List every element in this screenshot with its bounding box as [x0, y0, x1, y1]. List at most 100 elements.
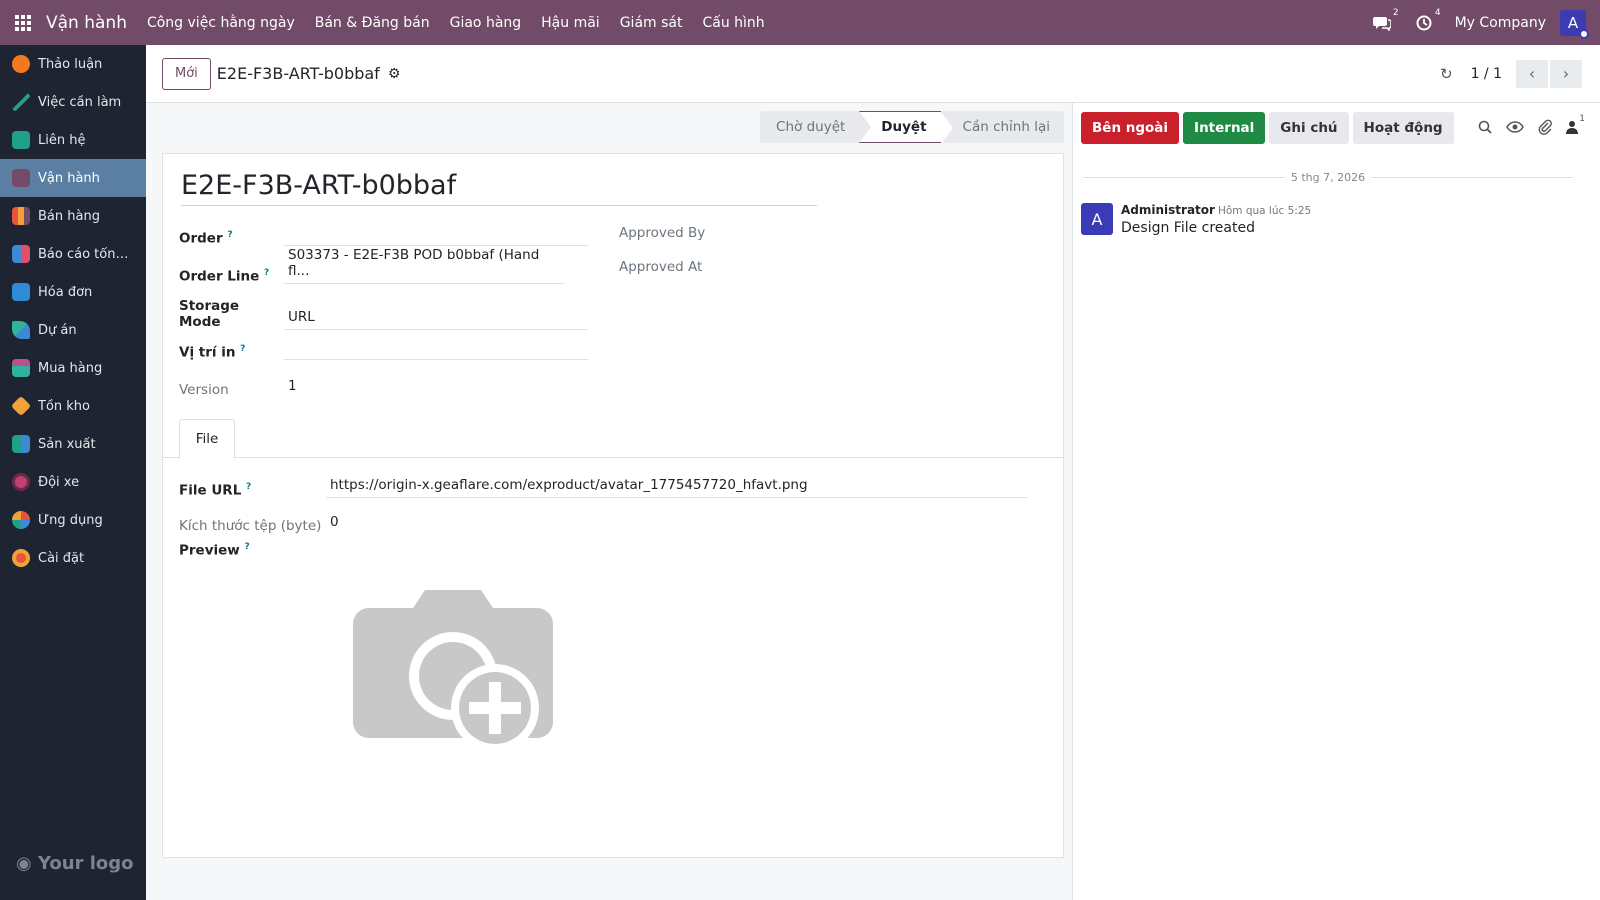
- order-line-field[interactable]: S03373 - E2E-F3B POD b0bbaf (Hand fl...: [284, 247, 564, 284]
- file-url-field[interactable]: https://origin-x.geaflare.com/exproduct/…: [326, 474, 1028, 498]
- followers-icon[interactable]: 1: [1566, 114, 1585, 138]
- todo-icon: [12, 93, 30, 111]
- menu-sales-listing[interactable]: Bán & Đăng bán: [315, 15, 430, 31]
- storage-mode-select[interactable]: URL: [284, 306, 588, 330]
- sidebar-item-manufacturing[interactable]: Sản xuất: [0, 425, 146, 463]
- app-brand[interactable]: Vận hành: [46, 13, 127, 33]
- user-avatar[interactable]: A: [1560, 9, 1589, 39]
- log-note-button[interactable]: Ghi chú: [1269, 112, 1349, 144]
- status-bar: Chờ duyệt Duyệt Cần chỉnh lại: [760, 111, 1064, 144]
- sidebar-item-invoicing[interactable]: Hóa đơn: [0, 273, 146, 311]
- sidebar-item-project[interactable]: Dự án: [0, 311, 146, 349]
- file-size-row: Kích thước tệp (byte) 0: [179, 510, 343, 534]
- inventory-icon: [10, 395, 32, 417]
- activities-button[interactable]: Hoạt động: [1352, 112, 1454, 144]
- storage-mode-label: Storage Mode: [179, 298, 240, 330]
- pager-value[interactable]: 1 / 1: [1471, 66, 1502, 82]
- sidebar-item-contacts[interactable]: Liên hệ: [0, 121, 146, 159]
- date-separator: 5 thg 7, 2026: [1083, 171, 1573, 184]
- activities-badge: 4: [1434, 7, 1441, 18]
- record-name-field[interactable]: E2E-F3B-ART-b0bbaf: [181, 170, 817, 206]
- print-position-field[interactable]: [284, 336, 588, 360]
- sidebar-item-label: Sản xuất: [38, 436, 96, 452]
- sidebar-item-label: Tồn kho: [38, 398, 90, 414]
- sidebar-item-label: Ứng dụng: [38, 512, 103, 528]
- stage-label: Cần chỉnh lại: [962, 119, 1050, 135]
- project-icon: [12, 321, 30, 339]
- sidebar-item-label: Dự án: [38, 322, 77, 338]
- date-separator-label: 5 thg 7, 2026: [1290, 171, 1366, 184]
- stage-arrow: [859, 111, 872, 143]
- message-time: Hôm qua lúc 5:25: [1217, 205, 1312, 217]
- reports-icon: [12, 245, 30, 263]
- company-switcher[interactable]: My Company: [1455, 15, 1546, 31]
- followers-count: 1: [1579, 114, 1585, 124]
- sidebar-item-label: Thảo luận: [38, 56, 103, 72]
- help-icon: ?: [244, 542, 250, 552]
- sidebar-item-operations[interactable]: Vận hành: [0, 159, 146, 197]
- stage-label: Duyệt: [881, 119, 927, 135]
- sidebar-item-label: Mua hàng: [38, 360, 103, 376]
- print-position-label: Vị trí in ?: [179, 343, 246, 361]
- sidebar-item-inventory[interactable]: Tồn kho: [0, 387, 146, 425]
- refresh-icon[interactable]: ↻: [1440, 65, 1453, 83]
- approved-by-label: Approved By: [619, 225, 706, 241]
- menu-delivery[interactable]: Giao hàng: [450, 15, 522, 31]
- paperclip-icon[interactable]: [1538, 119, 1552, 139]
- sidebar-item-sales[interactable]: Bán hàng: [0, 197, 146, 235]
- menu-configuration[interactable]: Cấu hình: [702, 15, 764, 31]
- sidebar-item-label: Báo cáo tổng ...: [38, 246, 134, 262]
- camera-add-icon[interactable]: [353, 590, 553, 765]
- avatar[interactable]: A: [1081, 203, 1113, 235]
- messages-icon[interactable]: 2: [1371, 8, 1399, 31]
- sidebar-item-discuss[interactable]: Thảo luận: [0, 45, 146, 83]
- file-size-label: Kích thước tệp (byte): [179, 518, 322, 534]
- apps-icon: [12, 511, 30, 529]
- order-line-label: Order Line ?: [179, 267, 270, 285]
- send-message-external-button[interactable]: Bên ngoài: [1081, 112, 1180, 144]
- pager-previous-button[interactable]: ‹: [1516, 59, 1548, 88]
- purchase-icon: [12, 359, 30, 377]
- activities-clock-icon[interactable]: 4: [1413, 8, 1441, 31]
- stage-needs-revision[interactable]: Cần chỉnh lại: [940, 111, 1064, 143]
- pager-next-button[interactable]: ›: [1550, 59, 1582, 88]
- version-label: Version: [179, 382, 229, 398]
- internal-button[interactable]: Internal: [1183, 112, 1266, 144]
- user-status-dot: [1579, 28, 1589, 39]
- sidebar-item-reports[interactable]: Báo cáo tổng ...: [0, 235, 146, 273]
- form-sheet: E2E-F3B-ART-b0bbaf Order ? Order Line ? …: [162, 153, 1064, 858]
- control-panel: Mới E2E-F3B-ART-b0bbaf ⚙ ↻ 1 / 1 ‹ ›: [146, 45, 1600, 103]
- tab-file[interactable]: File: [179, 419, 235, 459]
- sales-icon: [12, 207, 30, 225]
- gear-icon[interactable]: ⚙: [388, 66, 401, 82]
- sidebar-item-settings[interactable]: Cài đặt: [0, 539, 146, 577]
- sidebar-item-purchase[interactable]: Mua hàng: [0, 349, 146, 387]
- eye-icon[interactable]: [1506, 121, 1524, 137]
- sidebar-item-label: Cài đặt: [38, 550, 85, 566]
- apps-menu-icon[interactable]: [0, 0, 46, 45]
- new-button[interactable]: Mới: [162, 57, 211, 90]
- help-icon: ?: [246, 481, 252, 492]
- sidebar-item-label: Việc cần làm: [38, 94, 122, 110]
- sidebar-item-todo[interactable]: Việc cần làm: [0, 83, 146, 121]
- sidebar-item-apps[interactable]: Ứng dụng: [0, 501, 146, 539]
- file-url-label: File URL ?: [179, 481, 252, 499]
- camera-icon: ◉: [16, 853, 32, 874]
- sidebar-item-label: Liên hệ: [38, 132, 86, 148]
- stage-pending-approval[interactable]: Chờ duyệt: [760, 111, 872, 143]
- menu-monitoring[interactable]: Giám sát: [620, 15, 683, 31]
- sidebar-item-label: Bán hàng: [38, 208, 100, 224]
- menu-after-sales[interactable]: Hậu mãi: [541, 15, 600, 31]
- settings-icon: [12, 549, 30, 567]
- search-icon[interactable]: [1478, 120, 1492, 138]
- sidebar-item-fleet[interactable]: Đội xe: [0, 463, 146, 501]
- stage-approved[interactable]: Duyệt: [859, 111, 953, 144]
- version-row: Version 1: [179, 374, 301, 398]
- menu-daily-work[interactable]: Công việc hằng ngày: [147, 15, 295, 31]
- order-field[interactable]: [284, 222, 588, 246]
- approved-at-label: Approved At: [619, 259, 703, 275]
- contacts-icon: [12, 131, 30, 149]
- discuss-icon: [12, 55, 30, 73]
- form-view: Chờ duyệt Duyệt Cần chỉnh lại E2E-F3B-AR…: [146, 103, 1072, 900]
- order-line-row: Order Line ? S03373 - E2E-F3B POD b0bbaf…: [179, 247, 564, 285]
